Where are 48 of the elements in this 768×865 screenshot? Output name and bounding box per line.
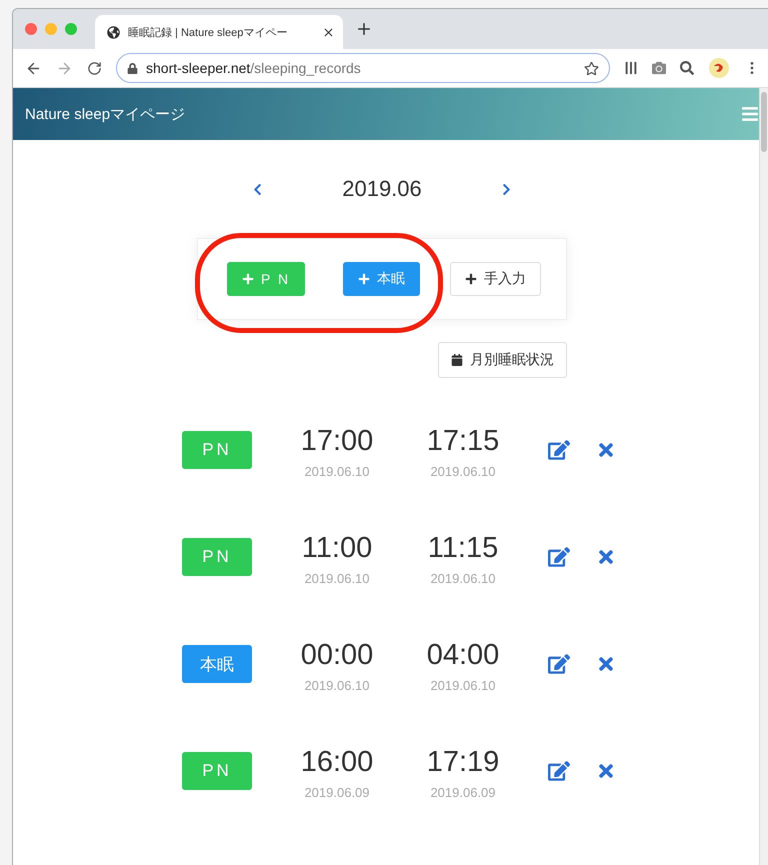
address-field[interactable]: short-sleeper.net/sleeping_records [116,53,610,83]
delete-icon[interactable] [596,440,616,460]
end-date: 2019.06.09 [430,785,496,800]
plus-icon [358,273,370,285]
start-time: 00:00 [300,639,374,672]
scrollbar-thumb[interactable] [761,92,767,152]
manual-entry-button[interactable]: 手入力 [450,262,542,296]
start-date: 2019.06.09 [304,785,370,800]
start-date: 2019.06.10 [304,464,370,479]
globe-icon [107,26,120,38]
start-time: 11:00 [302,532,372,565]
sleep-type-badge: PN [182,431,252,469]
edit-icon[interactable] [548,439,570,461]
start-time: 17:00 [300,425,374,458]
start-date: 2019.06.10 [304,678,370,693]
close-icon[interactable] [322,26,335,38]
plus-icon [465,273,478,285]
end-time: 17:19 [426,746,500,779]
delete-icon[interactable] [596,547,616,567]
star-icon[interactable] [584,60,599,76]
start-time: 16:00 [300,746,374,779]
delete-icon[interactable] [596,761,616,781]
profile-icon[interactable] [708,57,730,79]
start-date: 2019.06.10 [304,571,370,586]
camera-icon[interactable] [652,61,666,75]
end-date: 2019.06.10 [430,678,496,693]
new-tab-icon[interactable] [355,20,373,38]
sleep-type-badge: 本眠 [182,645,252,683]
site-title[interactable]: Nature sleepマイページ [25,104,186,124]
month-label: 2019.06 [342,176,422,202]
edit-icon[interactable] [548,653,570,675]
plus-icon [242,273,254,285]
sleep-type-badge: PN [182,538,252,576]
end-time: 11:15 [428,532,498,565]
edit-icon[interactable] [548,760,570,782]
end-date: 2019.06.10 [430,464,496,479]
lock-icon [127,62,138,74]
edit-icon[interactable] [548,546,570,568]
end-time: 17:15 [426,425,500,458]
reload-icon[interactable] [87,60,102,76]
end-date: 2019.06.10 [430,571,496,586]
browser-tab[interactable]: 睡眠記録 | Nature sleepマイペー [95,15,343,49]
sleep-type-badge: PN [182,752,252,790]
search-icon[interactable] [680,61,694,75]
delete-icon[interactable] [596,654,616,674]
calendar-icon [451,354,463,366]
end-time: 04:00 [426,639,500,672]
monthly-sleep-button[interactable]: 月別睡眠状況 [438,342,567,378]
